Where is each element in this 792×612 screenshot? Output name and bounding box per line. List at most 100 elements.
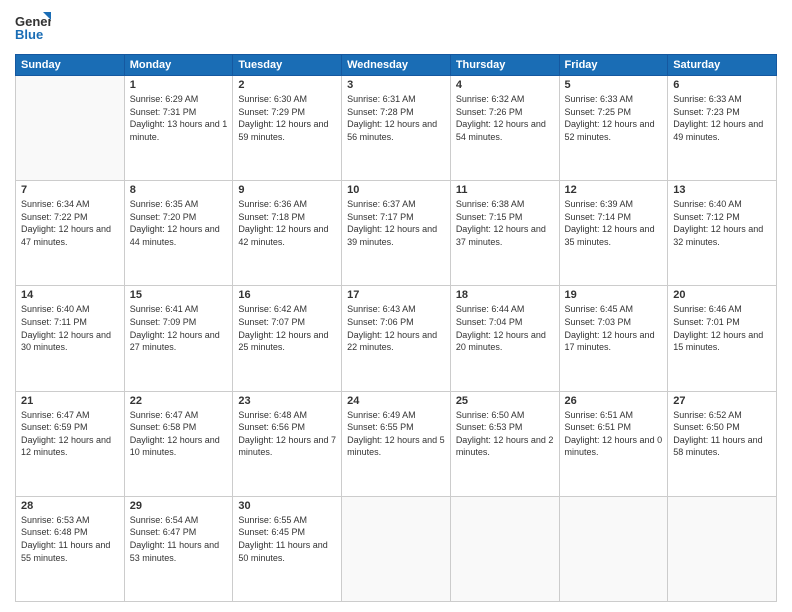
day-info: Sunrise: 6:46 AMSunset: 7:01 PMDaylight:… — [673, 303, 771, 353]
calendar-cell: 25 Sunrise: 6:50 AMSunset: 6:53 PMDayligh… — [450, 391, 559, 496]
calendar-cell: 9 Sunrise: 6:36 AMSunset: 7:18 PMDaylight… — [233, 181, 342, 286]
day-number: 5 — [565, 79, 663, 91]
calendar-cell: 28 Sunrise: 6:53 AMSunset: 6:48 PMDayligh… — [16, 496, 125, 601]
week-row-3: 21 Sunrise: 6:47 AMSunset: 6:59 PMDayligh… — [16, 391, 777, 496]
calendar-cell: 20 Sunrise: 6:46 AMSunset: 7:01 PMDayligh… — [668, 286, 777, 391]
day-number: 30 — [238, 500, 336, 512]
calendar-cell — [559, 496, 668, 601]
day-number: 16 — [238, 289, 336, 301]
calendar-cell: 18 Sunrise: 6:44 AMSunset: 7:04 PMDayligh… — [450, 286, 559, 391]
day-info: Sunrise: 6:55 AMSunset: 6:45 PMDaylight:… — [238, 514, 336, 564]
day-info: Sunrise: 6:49 AMSunset: 6:55 PMDaylight:… — [347, 409, 445, 459]
day-number: 29 — [130, 500, 228, 512]
day-info: Sunrise: 6:36 AMSunset: 7:18 PMDaylight:… — [238, 198, 336, 248]
calendar-cell: 7 Sunrise: 6:34 AMSunset: 7:22 PMDaylight… — [16, 181, 125, 286]
calendar-cell: 14Sunrise: 6:40 AMSunset: 7:11 PMDayligh… — [16, 286, 125, 391]
week-row-0: 1 Sunrise: 6:29 AMSunset: 7:31 PMDaylight… — [16, 76, 777, 181]
calendar-cell: 27 Sunrise: 6:52 AMSunset: 6:50 PMDayligh… — [668, 391, 777, 496]
day-number: 14 — [21, 289, 119, 301]
calendar-cell: 13 Sunrise: 6:40 AMSunset: 7:12 PMDayligh… — [668, 181, 777, 286]
calendar-page: General Blue SundayMondayTuesdayWednesda… — [0, 0, 792, 612]
calendar-cell: 24 Sunrise: 6:49 AMSunset: 6:55 PMDayligh… — [342, 391, 451, 496]
header: General Blue — [15, 10, 777, 46]
day-info: Sunrise: 6:30 AMSunset: 7:29 PMDaylight:… — [238, 93, 336, 143]
weekday-saturday: Saturday — [668, 55, 777, 76]
day-number: 19 — [565, 289, 663, 301]
day-number: 1 — [130, 79, 228, 91]
day-info: Sunrise: 6:54 AMSunset: 6:47 PMDaylight:… — [130, 514, 228, 564]
calendar-cell: 21 Sunrise: 6:47 AMSunset: 6:59 PMDayligh… — [16, 391, 125, 496]
calendar-cell — [450, 496, 559, 601]
calendar-cell: 2 Sunrise: 6:30 AMSunset: 7:29 PMDaylight… — [233, 76, 342, 181]
calendar-cell: 12 Sunrise: 6:39 AMSunset: 7:14 PMDayligh… — [559, 181, 668, 286]
day-info: Sunrise: 6:43 AMSunset: 7:06 PMDaylight:… — [347, 303, 445, 353]
calendar-cell: 17 Sunrise: 6:43 AMSunset: 7:06 PMDayligh… — [342, 286, 451, 391]
week-row-1: 7 Sunrise: 6:34 AMSunset: 7:22 PMDaylight… — [16, 181, 777, 286]
logo-svg: General Blue — [15, 10, 51, 46]
day-info: Sunrise: 6:34 AMSunset: 7:22 PMDaylight:… — [21, 198, 119, 248]
day-info: Sunrise: 6:48 AMSunset: 6:56 PMDaylight:… — [238, 409, 336, 459]
day-info: Sunrise: 6:50 AMSunset: 6:53 PMDaylight:… — [456, 409, 554, 459]
calendar-cell: 6Sunrise: 6:33 AMSunset: 7:23 PMDaylight… — [668, 76, 777, 181]
day-number: 21 — [21, 395, 119, 407]
calendar-cell: 15 Sunrise: 6:41 AMSunset: 7:09 PMDayligh… — [124, 286, 233, 391]
calendar-cell: 5Sunrise: 6:33 AMSunset: 7:25 PMDaylight… — [559, 76, 668, 181]
day-number: 26 — [565, 395, 663, 407]
day-info: Sunrise: 6:39 AMSunset: 7:14 PMDaylight:… — [565, 198, 663, 248]
calendar-cell: 10Sunrise: 6:37 AMSunset: 7:17 PMDayligh… — [342, 181, 451, 286]
logo: General Blue — [15, 10, 51, 46]
day-number: 15 — [130, 289, 228, 301]
day-info: Sunrise: 6:51 AMSunset: 6:51 PMDaylight:… — [565, 409, 663, 459]
day-number: 8 — [130, 184, 228, 196]
day-number: 23 — [238, 395, 336, 407]
day-info: Sunrise: 6:47 AMSunset: 6:59 PMDaylight:… — [21, 409, 119, 459]
weekday-header-row: SundayMondayTuesdayWednesdayThursdayFrid… — [16, 55, 777, 76]
day-info: Sunrise: 6:52 AMSunset: 6:50 PMDaylight:… — [673, 409, 771, 459]
calendar-cell — [342, 496, 451, 601]
calendar-cell: 3 Sunrise: 6:31 AMSunset: 7:28 PMDaylight… — [342, 76, 451, 181]
calendar-cell: 26 Sunrise: 6:51 AMSunset: 6:51 PMDayligh… — [559, 391, 668, 496]
weekday-monday: Monday — [124, 55, 233, 76]
day-number: 7 — [21, 184, 119, 196]
day-number: 28 — [21, 500, 119, 512]
calendar-cell: 23 Sunrise: 6:48 AMSunset: 6:56 PMDayligh… — [233, 391, 342, 496]
weekday-wednesday: Wednesday — [342, 55, 451, 76]
day-info: Sunrise: 6:45 AMSunset: 7:03 PMDaylight:… — [565, 303, 663, 353]
calendar-cell: 1 Sunrise: 6:29 AMSunset: 7:31 PMDaylight… — [124, 76, 233, 181]
weekday-friday: Friday — [559, 55, 668, 76]
calendar-table: SundayMondayTuesdayWednesdayThursdayFrid… — [15, 54, 777, 602]
day-number: 24 — [347, 395, 445, 407]
calendar-cell: 19 Sunrise: 6:45 AMSunset: 7:03 PMDayligh… — [559, 286, 668, 391]
day-number: 20 — [673, 289, 771, 301]
day-number: 13 — [673, 184, 771, 196]
day-number: 22 — [130, 395, 228, 407]
day-number: 27 — [673, 395, 771, 407]
day-number: 12 — [565, 184, 663, 196]
week-row-4: 28 Sunrise: 6:53 AMSunset: 6:48 PMDayligh… — [16, 496, 777, 601]
day-info: Sunrise: 6:41 AMSunset: 7:09 PMDaylight:… — [130, 303, 228, 353]
day-info: Sunrise: 6:42 AMSunset: 7:07 PMDaylight:… — [238, 303, 336, 353]
day-number: 6 — [673, 79, 771, 91]
svg-text:Blue: Blue — [15, 27, 43, 42]
day-info: Sunrise: 6:53 AMSunset: 6:48 PMDaylight:… — [21, 514, 119, 564]
day-info: Sunrise: 6:31 AMSunset: 7:28 PMDaylight:… — [347, 93, 445, 143]
calendar-cell: 4 Sunrise: 6:32 AMSunset: 7:26 PMDaylight… — [450, 76, 559, 181]
day-number: 4 — [456, 79, 554, 91]
day-info: Sunrise: 6:32 AMSunset: 7:26 PMDaylight:… — [456, 93, 554, 143]
day-info: Sunrise: 6:29 AMSunset: 7:31 PMDaylight:… — [130, 93, 228, 143]
day-number: 17 — [347, 289, 445, 301]
calendar-cell: 29 Sunrise: 6:54 AMSunset: 6:47 PMDayligh… — [124, 496, 233, 601]
calendar-cell: 22Sunrise: 6:47 AMSunset: 6:58 PMDayligh… — [124, 391, 233, 496]
day-info: Sunrise: 6:40 AMSunset: 7:12 PMDaylight:… — [673, 198, 771, 248]
day-number: 18 — [456, 289, 554, 301]
day-number: 9 — [238, 184, 336, 196]
calendar-cell — [16, 76, 125, 181]
day-number: 3 — [347, 79, 445, 91]
weekday-tuesday: Tuesday — [233, 55, 342, 76]
day-info: Sunrise: 6:44 AMSunset: 7:04 PMDaylight:… — [456, 303, 554, 353]
week-row-2: 14Sunrise: 6:40 AMSunset: 7:11 PMDayligh… — [16, 286, 777, 391]
day-number: 2 — [238, 79, 336, 91]
calendar-cell: 8Sunrise: 6:35 AMSunset: 7:20 PMDaylight… — [124, 181, 233, 286]
day-number: 25 — [456, 395, 554, 407]
calendar-cell: 30 Sunrise: 6:55 AMSunset: 6:45 PMDayligh… — [233, 496, 342, 601]
